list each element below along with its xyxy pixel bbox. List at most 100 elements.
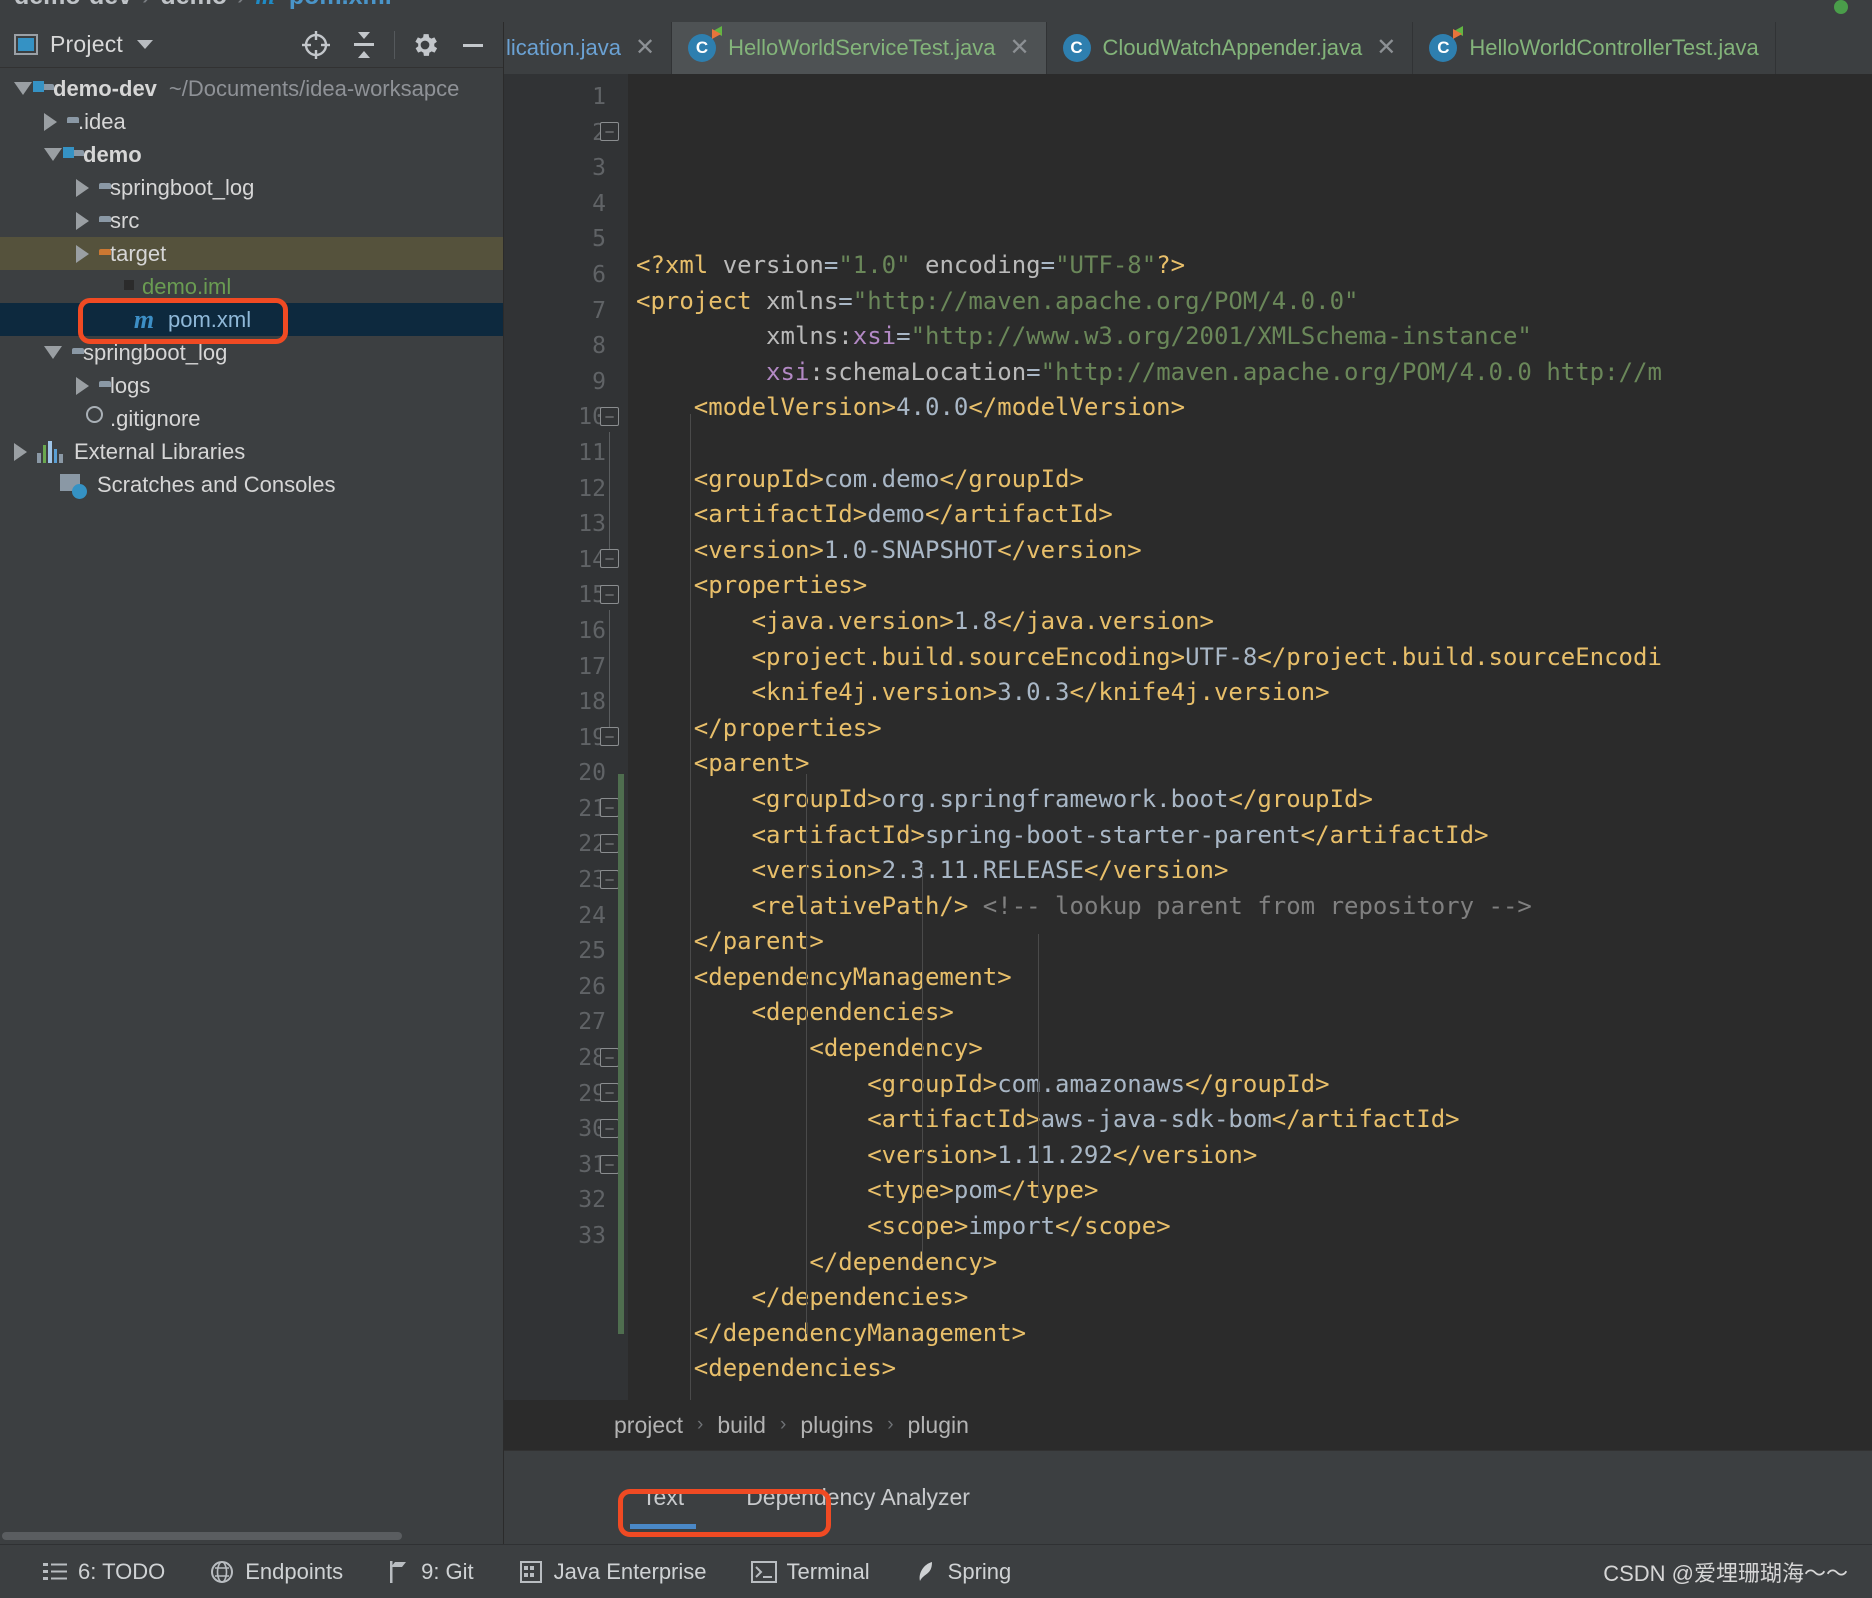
code-line[interactable]: <groupId>com.demo</groupId> [628,462,1872,498]
locate-icon[interactable] [292,24,340,66]
tree-item-springboot-log[interactable]: springboot_log [0,336,503,369]
code-line[interactable]: <dependencies> [628,1351,1872,1387]
code-line[interactable]: <?xml version="1.0" encoding="UTF-8"?> [628,248,1872,284]
breadcrumb-module[interactable]: demo [160,0,227,11]
code-line[interactable]: </parent> [628,924,1872,960]
code-line[interactable]: <artifactId>aws-java-sdk-bom</artifactId… [628,1102,1872,1138]
code-line[interactable]: <java.version>1.8</java.version> [628,604,1872,640]
line-number-gutter[interactable]: 1234567891011121314151617181920212223242… [504,74,628,1449]
project-tree[interactable]: demo-dev ~/Documents/idea-worksapce .ide… [0,68,503,501]
chevron-collapsed-icon[interactable] [44,112,57,131]
chevron-collapsed-icon[interactable] [14,442,27,461]
code-line[interactable]: </properties> [628,711,1872,747]
chevron-expanded-icon[interactable] [14,82,32,95]
code-line[interactable]: <artifactId>spring-boot-starter-parent</… [628,818,1872,854]
code-line[interactable]: <relativePath/> <!-- lookup parent from … [628,889,1872,925]
fold-toggle-icon[interactable] [600,727,619,746]
code-viewport[interactable]: 1234567891011121314151617181920212223242… [504,74,1872,1449]
status-bar-item-java-enterprise[interactable]: Java Enterprise [496,1559,729,1585]
tree-item-external-libraries[interactable]: External Libraries [0,435,503,468]
code-content[interactable]: <?xml version="1.0" encoding="UTF-8"?> <p… [628,74,1872,1449]
editor-tab-helloworldcontrollertest-java[interactable]: C HelloWorldControllerTest.java [1413,22,1776,74]
fold-toggle-icon[interactable] [600,1119,619,1138]
status-bar-item-endpoints[interactable]: Endpoints [187,1559,365,1585]
code-line[interactable]: <modelVersion>4.0.0</modelVersion> [628,390,1872,426]
fold-toggle-icon[interactable] [600,834,619,853]
fold-toggle-icon[interactable] [600,870,619,889]
editor-tab-cloudwatchappender-java[interactable]: C CloudWatchAppender.java ✕ [1047,22,1414,74]
breadcrumb-project[interactable]: demo-dev [14,0,132,11]
status-bar-item-git[interactable]: 9: Git [365,1559,496,1585]
tree-item-springboot-log-inner[interactable]: springboot_log [0,171,503,204]
code-line[interactable]: <type>pom</type> [628,1173,1872,1209]
chevron-expanded-icon[interactable] [44,346,62,359]
tree-item-pom-xml[interactable]: m pom.xml [0,303,503,336]
fold-toggle-icon[interactable] [600,798,619,817]
settings-gear-icon[interactable] [401,24,449,66]
close-icon[interactable]: ✕ [635,36,655,60]
tree-item-idea[interactable]: .idea [0,105,503,138]
tab-text[interactable]: Text [616,1472,710,1529]
code-line[interactable]: <project.build.sourceEncoding>UTF-8</pro… [628,640,1872,676]
code-line[interactable]: <dependencies> [628,995,1872,1031]
close-icon[interactable]: ✕ [1009,36,1029,60]
fold-toggle-icon[interactable] [600,407,619,426]
code-line[interactable]: <dependencyManagement> [628,960,1872,996]
code-breadcrumb-plugins[interactable]: plugins [800,1412,873,1439]
code-line[interactable]: <dependency> [628,1031,1872,1067]
chevron-collapsed-icon[interactable] [76,178,89,197]
tree-item-gitignore[interactable]: .gitignore [0,402,503,435]
fold-toggle-icon[interactable] [600,1083,619,1102]
code-line[interactable]: </dependency> [628,1245,1872,1281]
tree-item-scratches-and-consoles[interactable]: Scratches and Consoles [0,468,503,501]
tree-item-src[interactable]: src [0,204,503,237]
tree-item-demo[interactable]: demo [0,138,503,171]
code-line[interactable]: <groupId>org.springframework.boot</group… [628,782,1872,818]
close-icon[interactable]: ✕ [1376,36,1396,60]
tree-item-demo-dev[interactable]: demo-dev ~/Documents/idea-worksapce [0,72,503,105]
fold-toggle-icon[interactable] [600,122,619,141]
code-line[interactable]: <parent> [628,746,1872,782]
code-line[interactable]: <version>2.3.11.RELEASE</version> [628,853,1872,889]
chevron-expanded-icon[interactable] [44,148,62,161]
vcs-change-marker[interactable] [618,774,624,1334]
editor-tab-application-java[interactable]: lication.java ✕ [504,22,673,74]
code-line[interactable]: </dependencies> [628,1280,1872,1316]
project-panel-horizontal-scrollbar[interactable] [2,1532,402,1540]
code-line[interactable]: <groupId>com.amazonaws</groupId> [628,1067,1872,1103]
code-line[interactable]: xmlns:xsi="http://www.w3.org/2001/XMLSch… [628,319,1872,355]
status-bar-item-spring[interactable]: Spring [892,1559,1034,1585]
code-line[interactable]: </dependencyManagement> [628,1316,1872,1352]
breadcrumb-file[interactable]: pom.xml [289,0,392,11]
code-line[interactable]: <version>1.0-SNAPSHOT</version> [628,533,1872,569]
fold-toggle-icon[interactable] [600,1155,619,1174]
code-line[interactable]: <properties> [628,568,1872,604]
fold-toggle-icon[interactable] [600,1048,619,1067]
chevron-collapsed-icon[interactable] [76,244,89,263]
code-line[interactable]: xsi:schemaLocation="http://maven.apache.… [628,355,1872,391]
chevron-down-icon[interactable] [136,40,153,49]
fold-toggle-icon[interactable] [600,585,619,604]
code-breadcrumb-plugin[interactable]: plugin [908,1412,969,1439]
editor-tab-helloworldservicetest-java[interactable]: C HelloWorldServiceTest.java ✕ [672,22,1047,74]
code-line[interactable]: <artifactId>demo</artifactId> [628,497,1872,533]
inspection-status-icon[interactable] [1834,0,1848,14]
chevron-collapsed-icon[interactable] [76,376,89,395]
code-line[interactable]: <knife4j.version>3.0.3</knife4j.version> [628,675,1872,711]
code-breadcrumb-build[interactable]: build [717,1412,766,1439]
tab-dependency-analyzer[interactable]: Dependency Analyzer [720,1472,996,1523]
code-line[interactable]: <project xmlns="http://maven.apache.org/… [628,284,1872,320]
fold-toggle-icon[interactable] [600,549,619,568]
chevron-collapsed-icon[interactable] [76,211,89,230]
status-bar-item-terminal[interactable]: Terminal [729,1559,892,1585]
code-line[interactable]: <version>1.11.292</version> [628,1138,1872,1174]
tree-item-demo-iml[interactable]: demo.iml [0,270,503,303]
tree-item-logs[interactable]: logs [0,369,503,402]
hide-panel-icon[interactable] [449,24,497,66]
tree-item-target[interactable]: target [0,237,503,270]
collapse-all-icon[interactable] [340,24,388,66]
code-line[interactable]: <scope>import</scope> [628,1209,1872,1245]
code-line[interactable] [628,426,1872,462]
status-bar-item-todo[interactable]: 6: TODO [20,1559,187,1585]
code-breadcrumb-project[interactable]: project [614,1412,683,1439]
